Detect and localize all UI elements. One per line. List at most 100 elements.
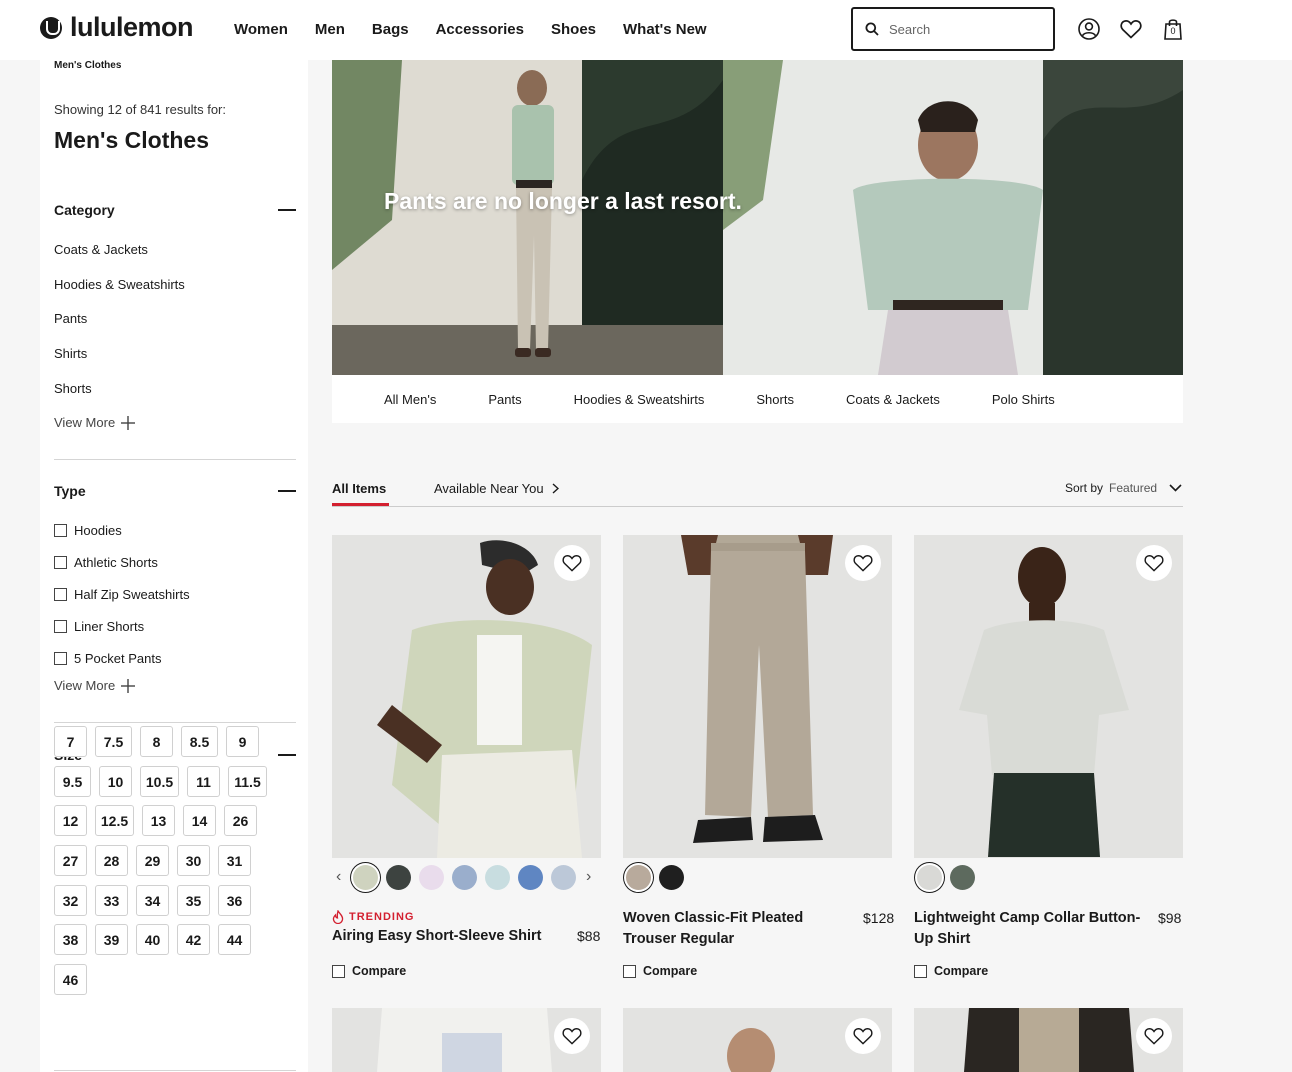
add-to-wishlist-button[interactable] xyxy=(1136,1018,1172,1054)
color-swatch[interactable] xyxy=(659,865,684,890)
nav-shoes[interactable]: Shoes xyxy=(551,21,596,38)
type-filter-option[interactable]: Athletic Shorts xyxy=(54,555,158,570)
size-option[interactable]: 28 xyxy=(95,845,128,876)
size-option[interactable]: 30 xyxy=(177,845,210,876)
size-option[interactable]: 46 xyxy=(54,964,87,995)
add-to-wishlist-button[interactable] xyxy=(554,1018,590,1054)
compare-checkbox[interactable] xyxy=(914,964,927,978)
size-option[interactable]: 27 xyxy=(54,845,87,876)
color-swatch[interactable] xyxy=(518,865,543,890)
product-image[interactable] xyxy=(914,535,1183,858)
type-filter-option[interactable]: Liner Shorts xyxy=(54,619,144,634)
type-filter-option[interactable]: 5 Pocket Pants xyxy=(54,651,161,666)
category-facet-toggle[interactable]: Category xyxy=(54,202,296,218)
product-image[interactable] xyxy=(332,1008,601,1072)
product-image[interactable] xyxy=(623,535,892,858)
subnav-all-mens[interactable]: All Men's xyxy=(384,392,436,407)
compare-checkbox[interactable] xyxy=(623,964,636,978)
size-option[interactable]: 7 xyxy=(54,726,87,757)
size-option[interactable]: 35 xyxy=(177,885,210,916)
color-swatch[interactable] xyxy=(485,865,510,890)
subnav-polo[interactable]: Polo Shirts xyxy=(992,392,1055,407)
checkbox[interactable] xyxy=(54,620,67,633)
add-to-wishlist-button[interactable] xyxy=(1136,545,1172,581)
product-image[interactable] xyxy=(332,535,601,858)
size-option[interactable]: 13 xyxy=(142,805,175,836)
category-item[interactable]: Hoodies & Sweatshirts xyxy=(54,277,185,292)
color-swatch[interactable] xyxy=(626,865,651,890)
account-icon[interactable] xyxy=(1078,17,1100,41)
add-to-wishlist-button[interactable] xyxy=(845,1018,881,1054)
search-box[interactable] xyxy=(851,7,1055,51)
color-swatch[interactable] xyxy=(353,865,378,890)
product-image[interactable] xyxy=(623,1008,892,1072)
compare-toggle[interactable]: Compare xyxy=(332,964,406,978)
size-option[interactable]: 9 xyxy=(226,726,259,757)
nav-accessories[interactable]: Accessories xyxy=(436,21,524,38)
category-view-more[interactable]: View More xyxy=(54,415,136,430)
size-option[interactable]: 8 xyxy=(140,726,173,757)
wishlist-heart-icon[interactable] xyxy=(1120,17,1142,41)
color-swatch[interactable] xyxy=(452,865,477,890)
checkbox[interactable] xyxy=(54,524,67,537)
logo[interactable]: lululemon xyxy=(40,12,194,43)
tab-all-items[interactable]: All Items xyxy=(332,481,386,496)
search-input[interactable] xyxy=(889,21,1039,37)
size-option[interactable]: 34 xyxy=(136,885,169,916)
size-option[interactable]: 44 xyxy=(218,924,251,955)
product-image[interactable] xyxy=(914,1008,1183,1072)
category-item[interactable]: Coats & Jackets xyxy=(54,242,148,257)
size-option[interactable]: 7.5 xyxy=(95,726,132,757)
compare-toggle[interactable]: Compare xyxy=(623,964,697,978)
product-name[interactable]: Lightweight Camp Collar Button-Up Shirt xyxy=(914,908,1150,950)
size-option[interactable]: 12 xyxy=(54,805,87,836)
checkbox[interactable] xyxy=(54,588,67,601)
size-facet-toggle[interactable]: Size xyxy=(54,747,296,763)
compare-toggle[interactable]: Compare xyxy=(914,964,988,978)
color-swatch[interactable] xyxy=(551,865,576,890)
tab-available-near-you[interactable]: Available Near You xyxy=(434,481,559,496)
size-option[interactable]: 42 xyxy=(177,924,210,955)
size-option[interactable]: 32 xyxy=(54,885,87,916)
add-to-wishlist-button[interactable] xyxy=(554,545,590,581)
color-swatch[interactable] xyxy=(917,865,942,890)
size-option[interactable]: 14 xyxy=(183,805,216,836)
sort-dropdown[interactable]: Sort by Featured xyxy=(1065,481,1182,495)
nav-men[interactable]: Men xyxy=(315,21,345,38)
size-option[interactable]: 40 xyxy=(136,924,169,955)
category-item[interactable]: Shorts xyxy=(54,381,92,396)
nav-whats-new[interactable]: What's New xyxy=(623,21,707,38)
checkbox[interactable] xyxy=(54,652,67,665)
color-swatch[interactable] xyxy=(950,865,975,890)
size-option[interactable]: 26 xyxy=(224,805,257,836)
type-filter-option[interactable]: Half Zip Sweatshirts xyxy=(54,587,190,602)
hero-banner[interactable]: Pants are no longer a last resort. xyxy=(332,60,1183,375)
size-option[interactable]: 29 xyxy=(136,845,169,876)
nav-women[interactable]: Women xyxy=(234,21,288,38)
swatch-next-chevron-icon[interactable]: › xyxy=(586,868,591,886)
size-option[interactable]: 33 xyxy=(95,885,128,916)
subnav-hoodies[interactable]: Hoodies & Sweatshirts xyxy=(574,392,705,407)
size-option[interactable]: 39 xyxy=(95,924,128,955)
shopping-bag-icon[interactable]: 0 xyxy=(1162,17,1184,41)
type-view-more[interactable]: View More xyxy=(54,678,136,693)
product-name[interactable]: Woven Classic-Fit Pleated Trouser Regula… xyxy=(623,908,853,950)
type-facet-toggle[interactable]: Type xyxy=(54,483,296,499)
category-item[interactable]: Shirts xyxy=(54,346,87,361)
category-item[interactable]: Pants xyxy=(54,311,87,326)
size-option[interactable]: 38 xyxy=(54,924,87,955)
size-option[interactable]: 9.5 xyxy=(54,766,91,797)
subnav-shorts[interactable]: Shorts xyxy=(756,392,794,407)
size-option[interactable]: 31 xyxy=(218,845,251,876)
product-name[interactable]: Airing Easy Short-Sleeve Shirt xyxy=(332,926,552,947)
size-option[interactable]: 11.5 xyxy=(228,766,267,797)
compare-checkbox[interactable] xyxy=(332,964,345,978)
swatch-prev-chevron-icon[interactable]: ‹ xyxy=(336,868,341,886)
breadcrumb[interactable]: Men's Clothes xyxy=(54,60,121,71)
size-option[interactable]: 12.5 xyxy=(95,805,134,836)
subnav-pants[interactable]: Pants xyxy=(488,392,521,407)
size-option[interactable]: 10 xyxy=(99,766,132,797)
checkbox[interactable] xyxy=(54,556,67,569)
type-filter-option[interactable]: Hoodies xyxy=(54,523,122,538)
subnav-coats[interactable]: Coats & Jackets xyxy=(846,392,940,407)
